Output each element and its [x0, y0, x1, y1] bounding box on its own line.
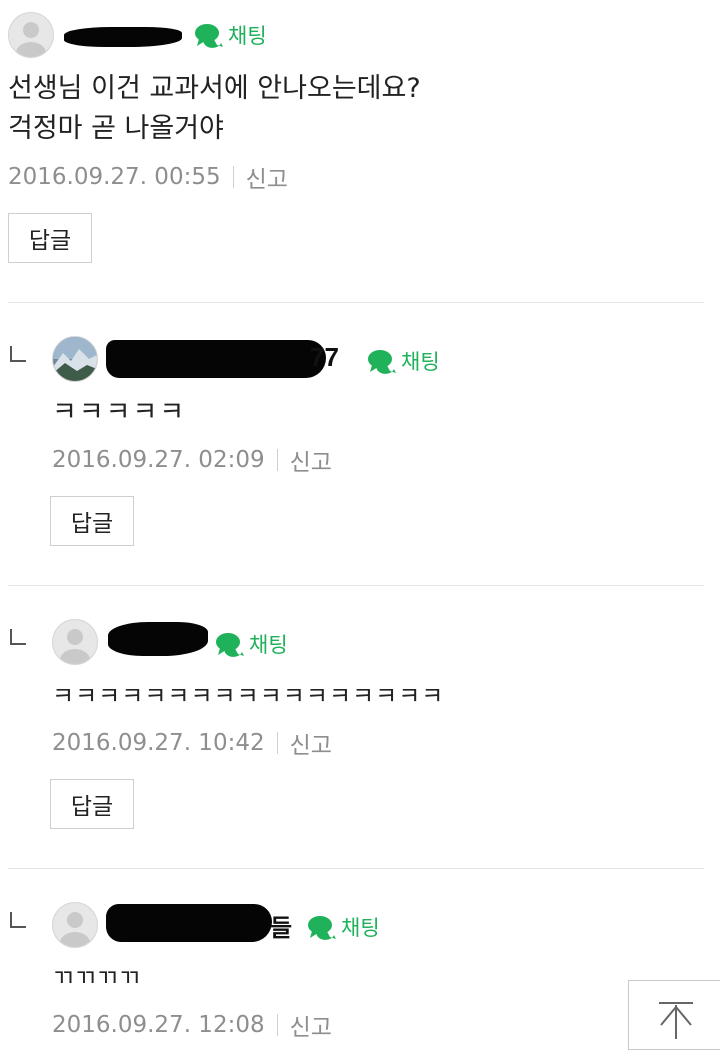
divider: [8, 302, 704, 303]
comment-text: 걱정마 곧 나올거야: [8, 113, 224, 144]
chat-label: 채팅: [228, 24, 267, 48]
comment-text: ㅋㅋㅋㅋㅋㅋㅋㅋㅋㅋㅋㅋㅋㅋㅋㅋㅋ: [52, 682, 445, 710]
avatar[interactable]: [52, 336, 98, 382]
comment-text: ㄲㄲㄲㄲ: [52, 964, 141, 992]
redacted-nickname: [108, 622, 208, 656]
separator: [232, 166, 234, 188]
chat-label: 채팅: [401, 350, 440, 374]
reply-indicator-icon: [10, 629, 26, 645]
comment-meta: 2016.09.27. 10:42 신고: [52, 726, 332, 760]
reply-indicator-icon: [10, 346, 26, 362]
redacted-nickname: [106, 904, 272, 942]
nickname: 77: [310, 342, 339, 372]
chat-bubble-icon: [195, 24, 223, 48]
chat-bubble-icon: [216, 633, 244, 657]
comment-meta: 2016.09.27. 00:55 신고: [8, 160, 288, 194]
comment-date: 2016.09.27. 10:42: [52, 730, 265, 756]
separator: [276, 449, 278, 471]
comment-text: ㅋㅋㅋㅋㅋ: [52, 397, 187, 428]
chat-bubble-icon: [368, 350, 396, 374]
chat-button[interactable]: 채팅: [193, 20, 267, 50]
separator: [276, 1014, 278, 1036]
comment-date: 2016.09.27. 00:55: [8, 164, 221, 190]
redacted-nickname: [106, 340, 326, 378]
divider: [8, 585, 704, 586]
comment-text: 선생님 이건 교과서에 안나오는데요?: [8, 73, 421, 104]
report-link[interactable]: 신고: [290, 726, 332, 760]
reply-button[interactable]: 답글: [8, 213, 92, 263]
chat-label: 채팅: [249, 633, 288, 657]
report-link[interactable]: 신고: [290, 443, 332, 477]
reply-button[interactable]: 답글: [50, 779, 134, 829]
nickname: 들: [270, 915, 293, 942]
scroll-top-button[interactable]: [628, 980, 720, 1050]
chat-bubble-icon: [308, 916, 336, 940]
comment-meta: 2016.09.27. 02:09 신고: [52, 443, 332, 477]
redacted-nickname: [64, 27, 182, 47]
reply-button[interactable]: 답글: [50, 496, 134, 546]
chat-button[interactable]: 채팅: [366, 346, 440, 376]
avatar[interactable]: [52, 902, 98, 948]
scroll-top-icon: [659, 1002, 693, 1039]
report-link[interactable]: 신고: [246, 160, 288, 194]
avatar[interactable]: [8, 12, 54, 58]
chat-label: 채팅: [341, 916, 380, 940]
reply-indicator-icon: [10, 912, 26, 928]
comment-date: 2016.09.27. 02:09: [52, 447, 265, 473]
chat-button[interactable]: 채팅: [214, 629, 288, 659]
chat-button[interactable]: 채팅: [306, 912, 380, 942]
divider: [8, 868, 704, 869]
comment-date: 2016.09.27. 12:08: [52, 1012, 265, 1038]
separator: [276, 732, 278, 754]
avatar[interactable]: [52, 619, 98, 665]
